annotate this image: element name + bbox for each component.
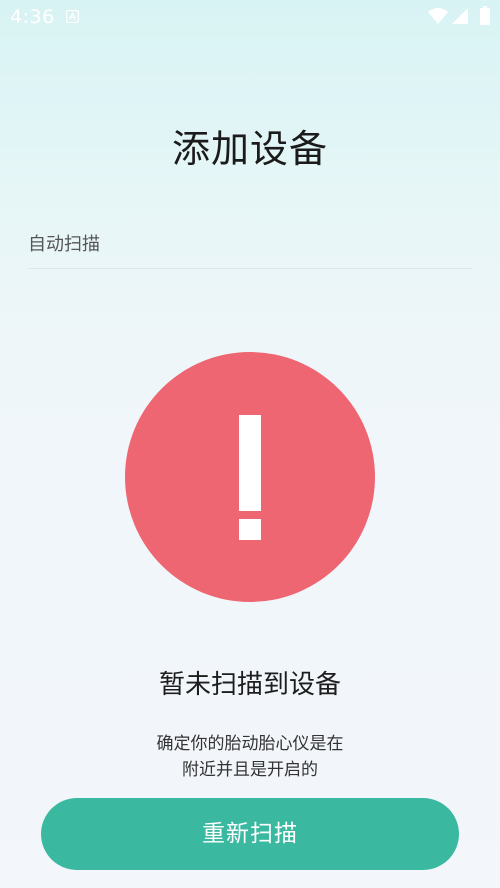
status-bar: 4:36	[0, 0, 500, 34]
hint-line-1: 确定你的胎动胎心仪是在	[156, 734, 344, 754]
alert-icon-dot	[239, 519, 261, 540]
auto-scan-label: 自动扫描	[28, 234, 100, 255]
hint-text: 确定你的胎动胎心仪是在 附近并且是开启的	[0, 731, 500, 783]
no-device-title: 暂未扫描到设备	[158, 670, 341, 700]
page-title: 添加设备	[171, 127, 328, 171]
divider	[28, 268, 472, 269]
signal-icon	[452, 8, 468, 24]
alert-icon-bar	[239, 415, 261, 511]
notification-icon	[66, 10, 79, 23]
status-time: 4:36	[10, 6, 55, 28]
rescan-button[interactable]: 重新扫描	[41, 798, 459, 870]
hint-line-2: 附近并且是开启的	[182, 760, 318, 780]
battery-icon	[480, 6, 490, 25]
wifi-icon	[428, 8, 448, 24]
